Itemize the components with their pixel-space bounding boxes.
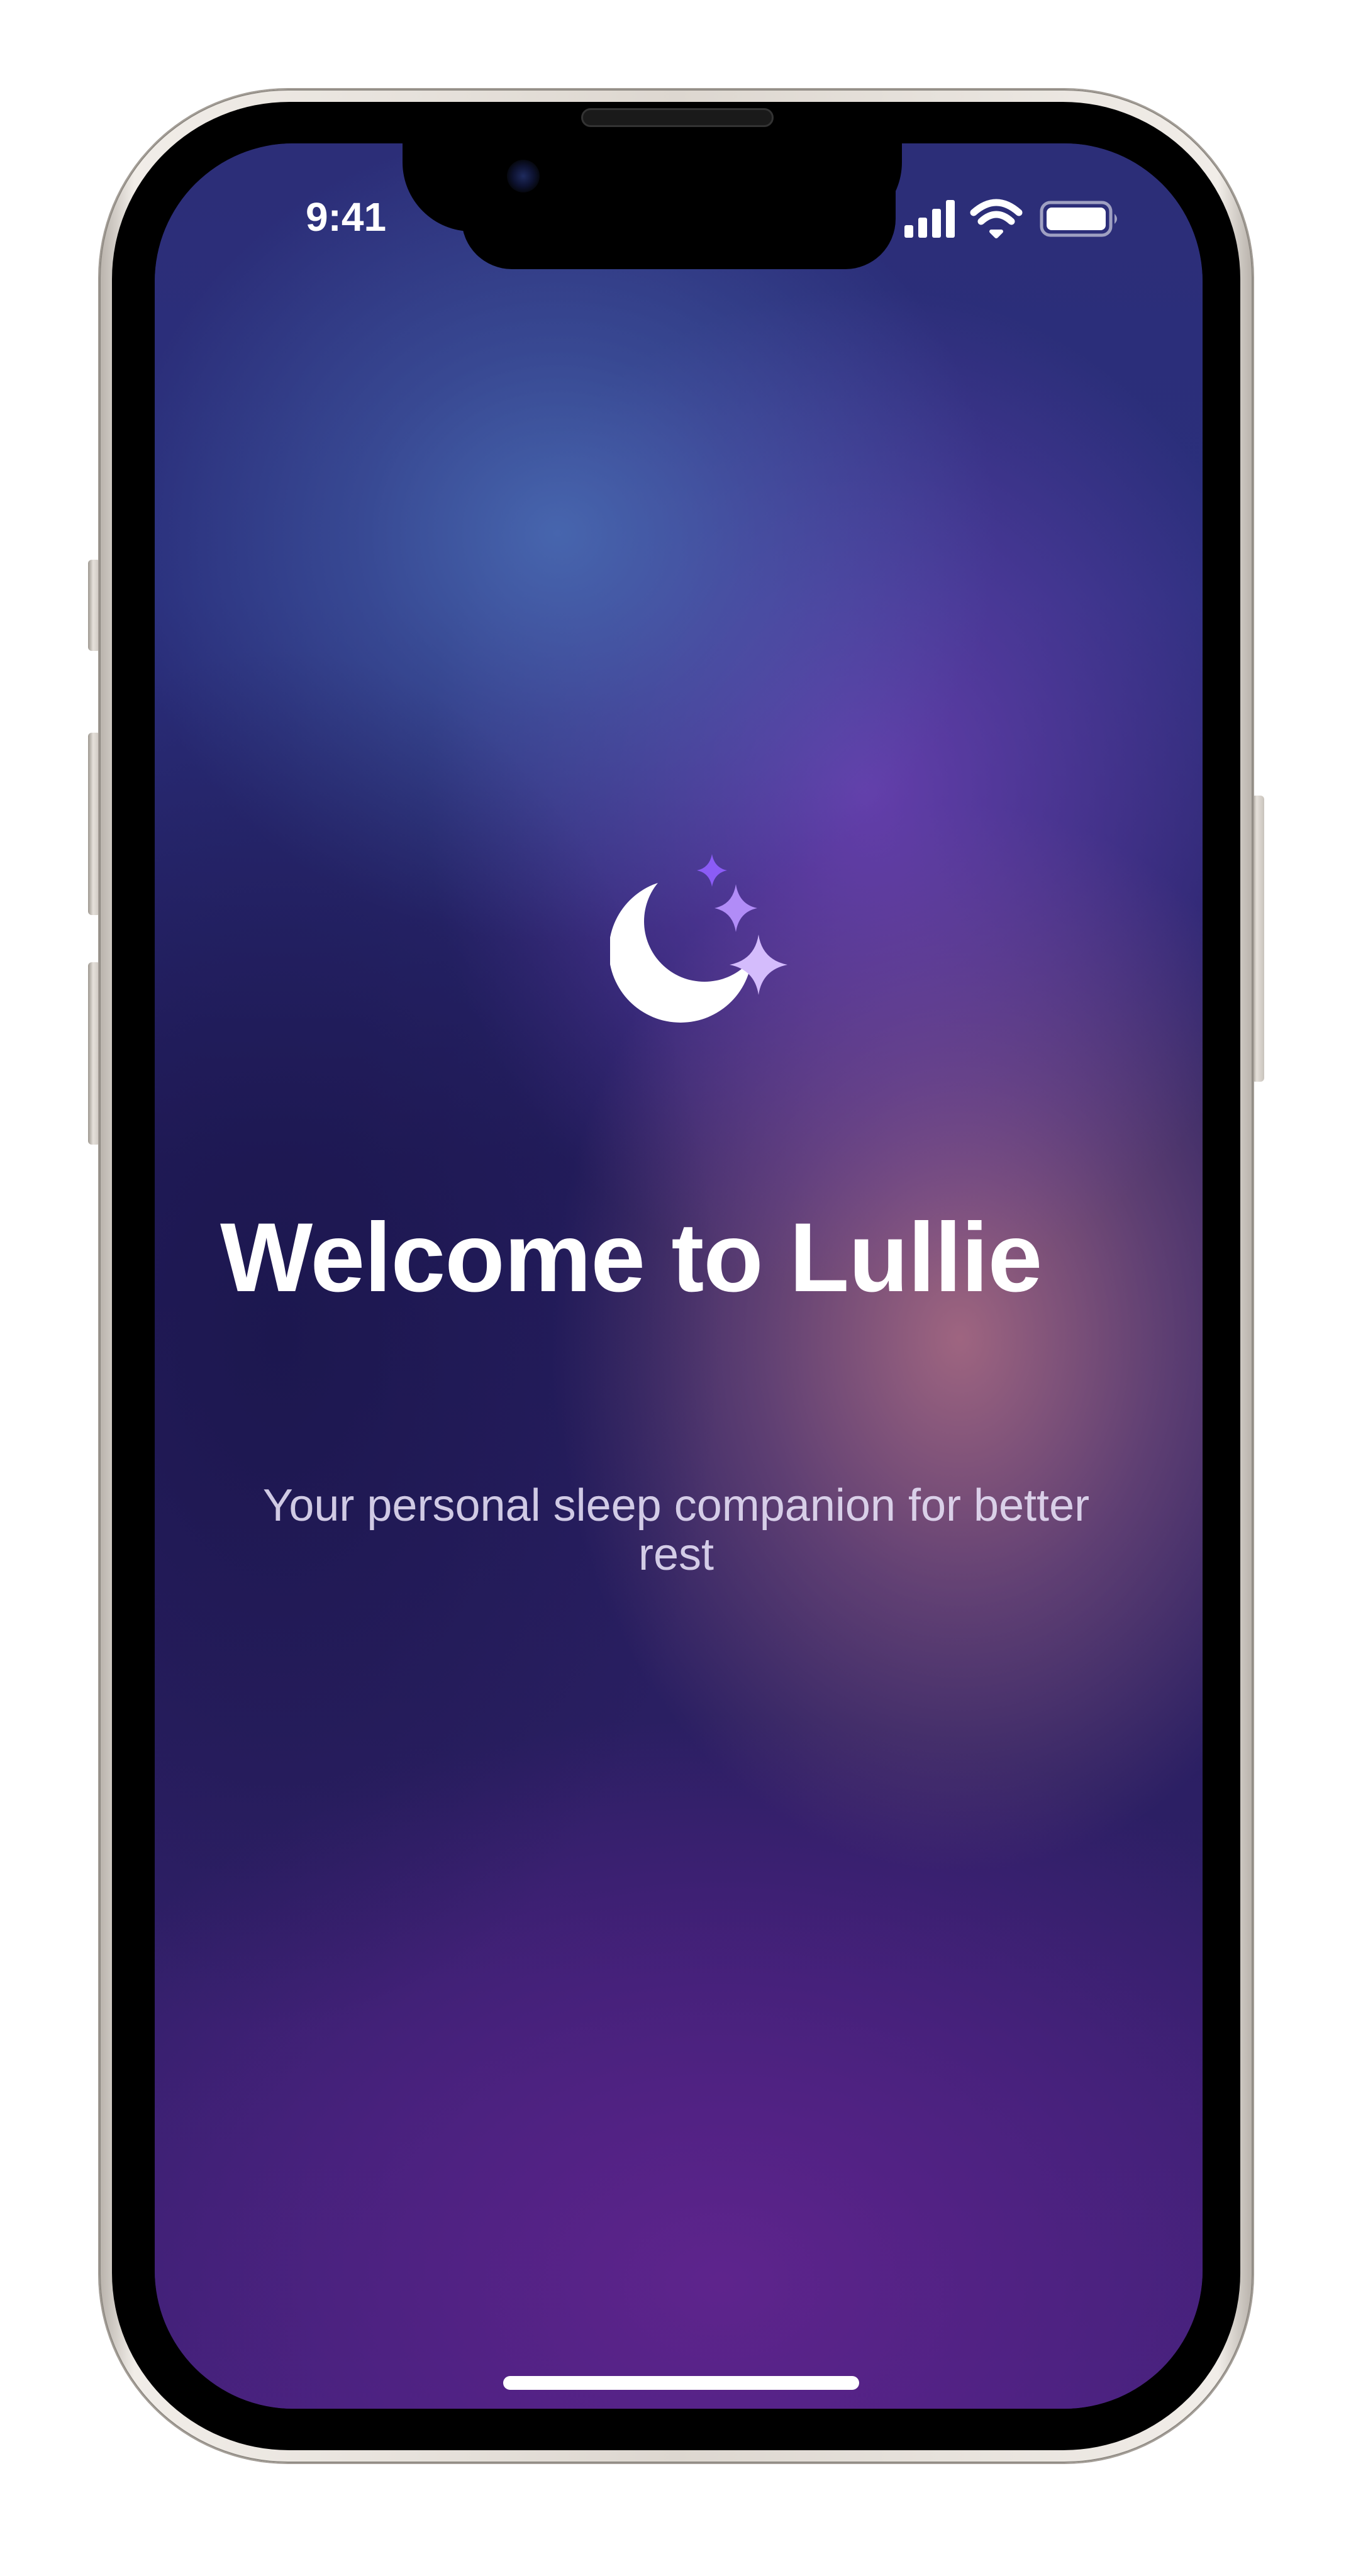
- signal-icon: [904, 200, 955, 238]
- volume-up-button: [88, 733, 101, 915]
- front-camera: [507, 160, 540, 192]
- moon-stars-icon: [610, 854, 787, 1023]
- status-icons: [904, 199, 1117, 238]
- status-time: 9:41: [305, 194, 387, 240]
- wifi-icon: [970, 199, 1023, 238]
- earpiece-speaker: [581, 108, 774, 127]
- volume-down-button: [88, 962, 101, 1145]
- star-small: [697, 854, 727, 887]
- battery-icon: [1040, 201, 1117, 237]
- silent-switch: [88, 560, 101, 651]
- power-button: [1252, 796, 1264, 1082]
- home-indicator[interactable]: [503, 2376, 859, 2390]
- welcome-subtitle: Your personal sleep companion for better…: [262, 1480, 1090, 1580]
- welcome-title: Welcome to Lullie: [220, 1203, 1042, 1313]
